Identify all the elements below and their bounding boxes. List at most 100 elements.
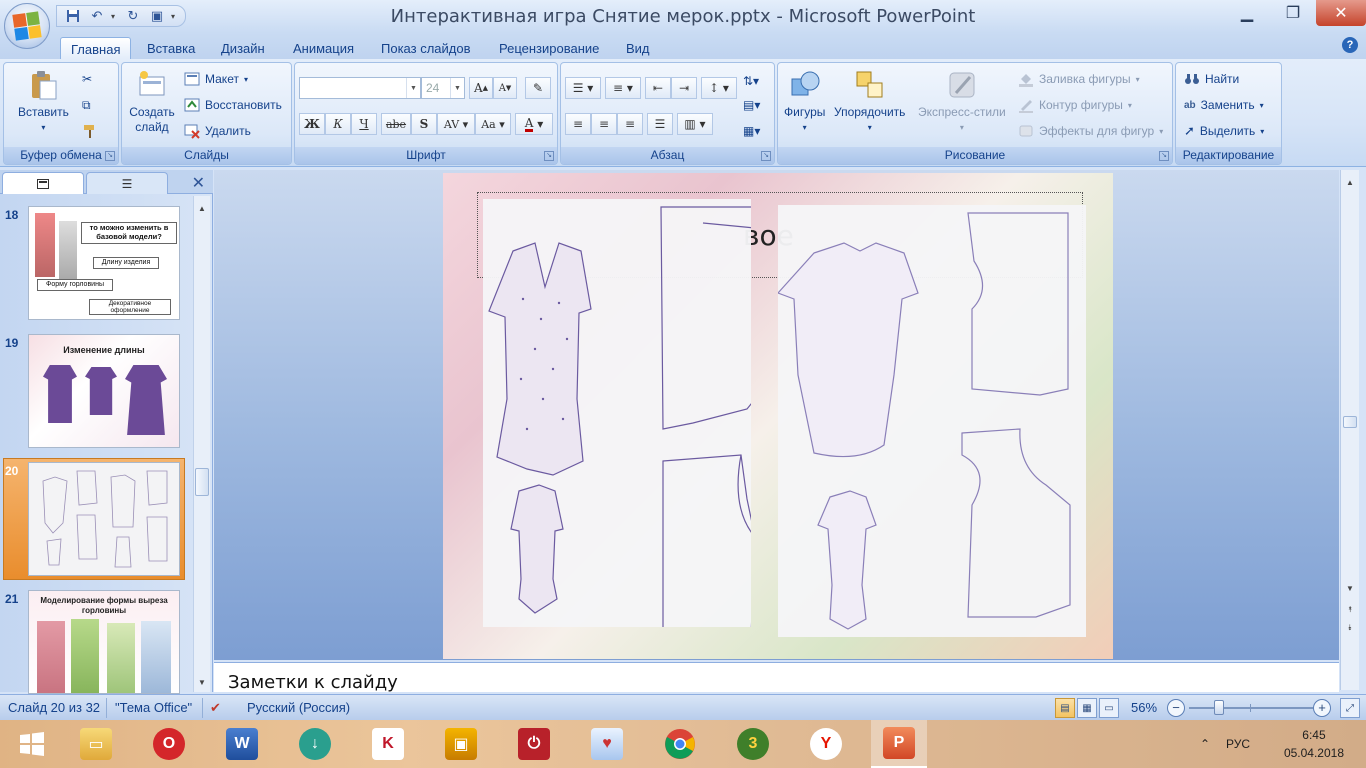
taskbar-solitaire[interactable]: ♥ (579, 720, 635, 768)
shapes-button[interactable]: Фигуры ▾ (784, 69, 825, 135)
paste-button[interactable]: Вставить ▾ (18, 69, 69, 135)
tab-view[interactable]: Вид (616, 37, 660, 59)
line-spacing-button[interactable]: ↕ ▾ (701, 77, 737, 99)
clipboard-launcher-icon[interactable]: ↘ (105, 151, 115, 161)
decrease-indent-button[interactable]: ⇤ (645, 77, 671, 99)
font-name-combo[interactable]: ▼ (299, 77, 421, 99)
slide-thumbnail-21[interactable]: Моделирование формы выреза горловины (28, 590, 180, 694)
underline-button[interactable]: Ч (351, 113, 377, 135)
zoom-in-icon[interactable]: + (1313, 699, 1331, 717)
strikethrough-button[interactable]: abe (381, 113, 411, 135)
grow-font-button[interactable]: A ▲ (469, 77, 493, 99)
columns-button[interactable]: ▥ ▾ (677, 113, 713, 135)
format-painter-icon[interactable] (82, 121, 98, 141)
maximize-button[interactable]: ❐ (1270, 0, 1316, 26)
current-slide[interactable]: вое (443, 173, 1113, 659)
shape-fill-button[interactable]: Заливка фигуры ▾ (1018, 69, 1140, 89)
tab-slideshow[interactable]: Показ слайдов (371, 37, 481, 59)
shrink-font-button[interactable]: A ▼ (493, 77, 517, 99)
text-shadow-button[interactable]: S (411, 113, 437, 135)
tray-chevron-icon[interactable]: ⌃ (1200, 720, 1210, 768)
reset-button[interactable]: Восстановить (184, 95, 282, 115)
bold-button[interactable]: Ж (299, 113, 325, 135)
taskbar-powerpoint[interactable]: P (871, 720, 927, 768)
zoom-slider-thumb[interactable] (1214, 700, 1224, 715)
scroll-thumb[interactable] (1343, 416, 1357, 428)
taskbar-app-yellow[interactable]: ▣ (433, 720, 489, 768)
taskbar-word[interactable]: W (214, 720, 270, 768)
taskbar-opera[interactable]: O (141, 720, 197, 768)
scroll-down-icon[interactable]: ▼ (194, 674, 210, 690)
fit-to-window-icon[interactable]: ⤢ (1340, 698, 1360, 718)
replace-button[interactable]: ab Заменить ▾ (1184, 95, 1264, 115)
scroll-thumb[interactable] (195, 468, 209, 496)
clear-format-button[interactable]: ✎ (525, 77, 551, 99)
zoom-slider-track[interactable] (1189, 707, 1313, 709)
taskbar-clock[interactable]: 6:45 05.04.2018 (1284, 726, 1344, 762)
spellcheck-icon[interactable]: ✔ (210, 700, 221, 716)
drawing-launcher-icon[interactable]: ↘ (1159, 151, 1169, 161)
help-icon[interactable]: ? (1342, 37, 1358, 53)
align-right-button[interactable]: ≡ (617, 113, 643, 135)
change-case-button[interactable]: Aa ▾ (475, 113, 511, 135)
align-center-button[interactable]: ≡ (591, 113, 617, 135)
slide-thumbnail-18[interactable]: то можно изменить в базовой модели? Длин… (28, 206, 180, 320)
tab-insert[interactable]: Вставка (137, 37, 205, 59)
taskbar-game-3[interactable]: 3 (725, 720, 781, 768)
justify-button[interactable]: ☰ (647, 113, 673, 135)
slide-area-scrollbar[interactable]: ▲ ▼ ⯭ ⯯ (1340, 170, 1359, 690)
close-panel-icon[interactable]: ✕ (192, 173, 205, 193)
copy-icon[interactable]: ⧉ (82, 95, 91, 115)
taskbar-yandex[interactable]: Y (798, 720, 854, 768)
smartart-icon[interactable]: ▦▾ (743, 121, 760, 141)
pattern-image-right[interactable] (776, 205, 1086, 637)
tab-design[interactable]: Дизайн (211, 37, 275, 59)
chevron-down-icon[interactable]: ▼ (450, 78, 464, 98)
delete-slide-button[interactable]: Удалить (184, 121, 251, 141)
close-button[interactable]: ✕ (1316, 0, 1366, 26)
bullets-button[interactable]: ☰ ▾ (565, 77, 601, 99)
tab-animation[interactable]: Анимация (283, 37, 364, 59)
notes-pane[interactable]: Заметки к слайду (214, 662, 1339, 693)
text-direction-icon[interactable]: ⇅▾ (743, 71, 759, 91)
tab-slides-thumbnails[interactable] (2, 172, 84, 194)
layout-button[interactable]: Макет ▾ (184, 69, 248, 89)
shape-outline-button[interactable]: Контур фигуры ▾ (1018, 95, 1132, 115)
scroll-up-icon[interactable]: ▲ (1342, 174, 1358, 190)
select-button[interactable]: ➚ Выделить ▾ (1184, 121, 1264, 141)
increase-indent-button[interactable]: ⇥ (671, 77, 697, 99)
language-indicator[interactable]: Русский (Россия) (247, 700, 350, 715)
taskbar-download-app[interactable]: ↓ (287, 720, 343, 768)
start-button[interactable] (4, 720, 60, 768)
chevron-down-icon[interactable]: ▼ (406, 78, 420, 98)
char-spacing-button[interactable]: AV ▾ (437, 113, 475, 135)
tab-home[interactable]: Главная (60, 37, 132, 59)
taskbar-kaspersky[interactable]: K (360, 720, 416, 768)
arrange-button[interactable]: Упорядочить ▾ (834, 69, 905, 135)
new-slide-button[interactable]: Создать слайд (126, 69, 178, 135)
taskbar-power-app[interactable]: ⏻ (506, 720, 562, 768)
align-text-icon[interactable]: ▤▾ (743, 95, 760, 115)
align-left-button[interactable]: ≡ (565, 113, 591, 135)
paragraph-launcher-icon[interactable]: ↘ (761, 151, 771, 161)
font-size-combo[interactable]: 24 ▼ (421, 77, 465, 99)
slide-thumbnail-19[interactable]: Изменение длины (28, 334, 180, 448)
tray-language[interactable]: РУС (1226, 720, 1250, 768)
next-slide-icon[interactable]: ⯯ (1342, 620, 1358, 636)
normal-view-icon[interactable]: ▤ (1055, 698, 1075, 718)
taskbar-file-explorer[interactable]: ▭ (68, 720, 124, 768)
pattern-image-left[interactable] (483, 199, 782, 638)
slides-panel-scrollbar[interactable]: ▲ ▼ (193, 196, 210, 692)
tab-outline[interactable]: ☰ (86, 172, 168, 194)
scroll-up-icon[interactable]: ▲ (194, 200, 210, 216)
slideshow-view-icon[interactable]: ▭ (1099, 698, 1119, 718)
tab-review[interactable]: Рецензирование (489, 37, 609, 59)
scroll-down-icon[interactable]: ▼ (1342, 580, 1358, 596)
italic-button[interactable]: К (325, 113, 351, 135)
font-color-button[interactable]: A ▾ (515, 113, 553, 135)
numbering-button[interactable]: ≡ ▾ (605, 77, 641, 99)
shape-effects-button[interactable]: Эффекты для фигур ▾ (1018, 121, 1163, 141)
slide-thumbnail-20[interactable] (28, 462, 180, 576)
find-button[interactable]: Найти (1184, 69, 1239, 89)
previous-slide-icon[interactable]: ⯭ (1342, 602, 1358, 618)
